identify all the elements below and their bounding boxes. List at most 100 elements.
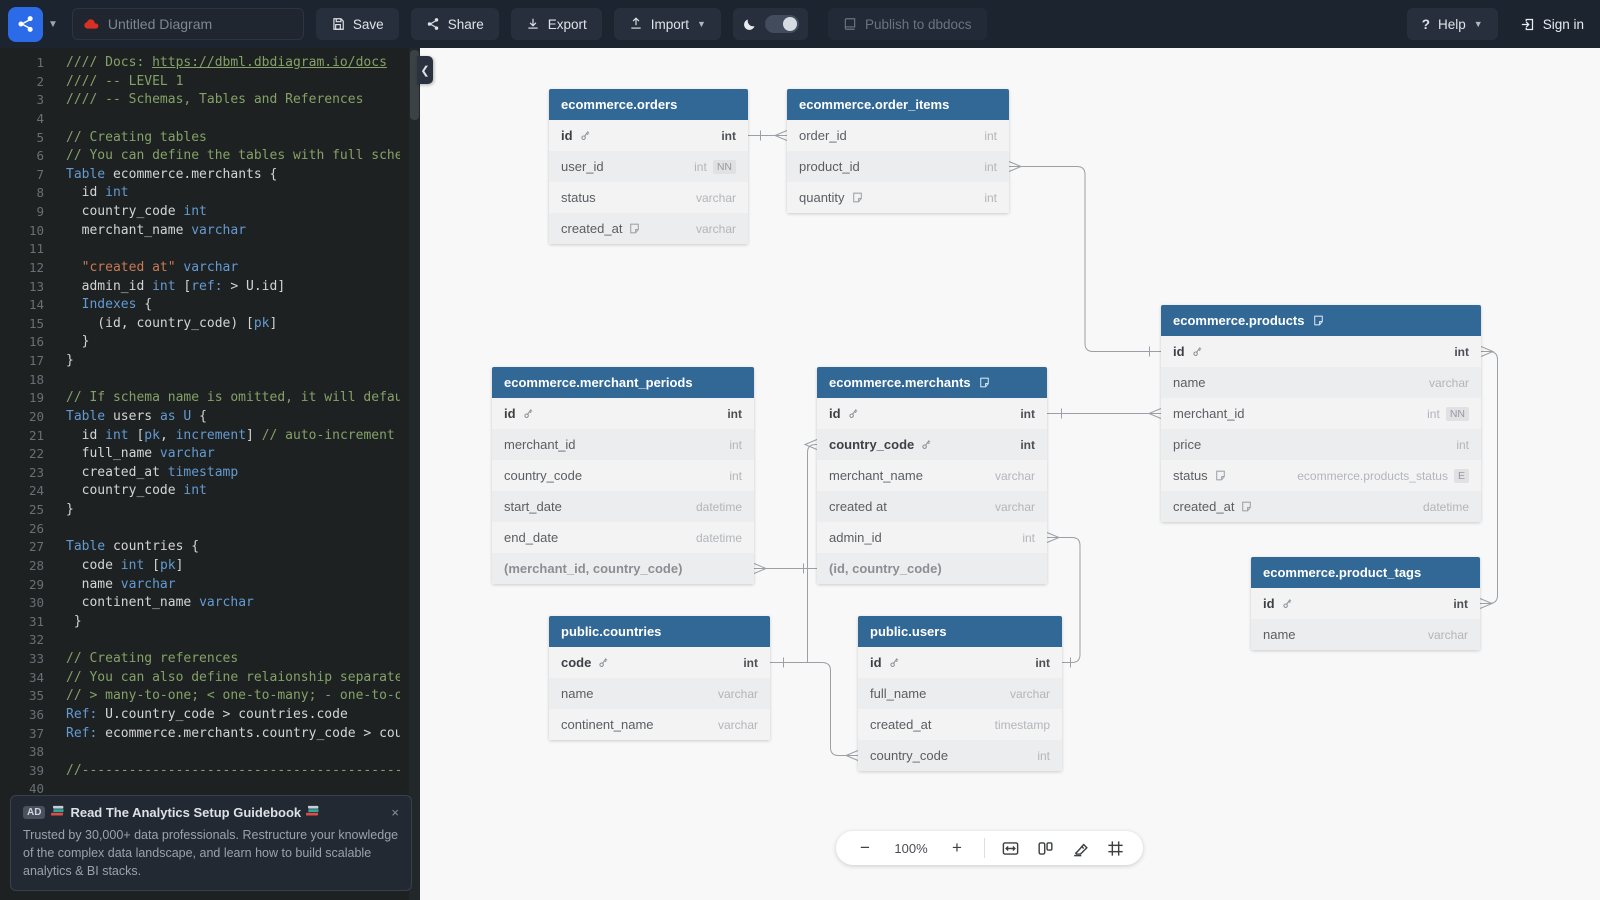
code-line[interactable]: 20Table users as U { (0, 408, 400, 427)
field-row-code[interactable]: codeint (549, 647, 770, 678)
code-line[interactable]: 18 (0, 371, 400, 390)
save-button[interactable]: Save (316, 8, 399, 40)
code-line[interactable]: 23 created_at timestamp (0, 464, 400, 483)
code-line[interactable]: 29 name varchar (0, 576, 400, 595)
field-row-(id, country_code)[interactable]: (id, country_code) (817, 553, 1047, 584)
field-row-name[interactable]: namevarchar (549, 678, 770, 709)
field-row-(merchant_id, country_code)[interactable]: (merchant_id, country_code) (492, 553, 754, 584)
zoom-out-button[interactable]: − (854, 837, 876, 859)
field-row-id[interactable]: idint (858, 647, 1062, 678)
export-button[interactable]: Export (511, 8, 602, 40)
ad-title[interactable]: Read The Analytics Setup Guidebook (51, 805, 320, 820)
field-row-name[interactable]: namevarchar (1161, 367, 1481, 398)
field-row-user_id[interactable]: user_idintNN (549, 151, 748, 182)
code-line[interactable]: 8 id int (0, 184, 400, 203)
field-row-quantity[interactable]: quantityint (787, 182, 1009, 213)
code-line[interactable]: 17} (0, 352, 400, 371)
zoom-in-button[interactable]: + (946, 837, 968, 859)
table-ecommerce.merchants[interactable]: ecommerce.merchantsidintcountry_codeintm… (817, 367, 1047, 584)
field-row-order_id[interactable]: order_idint (787, 120, 1009, 151)
code-line[interactable]: 9 country_code int (0, 203, 400, 222)
share-button[interactable]: Share (411, 8, 499, 40)
code-line[interactable]: 4 (0, 110, 400, 129)
code-line[interactable]: 35// > many-to-one; < one-to-many; - one… (0, 687, 400, 706)
field-row-product_id[interactable]: product_idint (787, 151, 1009, 182)
editor-scrollbar[interactable] (409, 48, 420, 900)
code-line[interactable]: 26 (0, 520, 400, 539)
table-ecommerce.merchant_periods[interactable]: ecommerce.merchant_periodsidintmerchant_… (492, 367, 754, 584)
field-row-id[interactable]: idint (549, 120, 748, 151)
diagram-title-input[interactable]: Untitled Diagram (72, 8, 304, 40)
code-line[interactable]: 6// You can define the tables with full … (0, 147, 400, 166)
code-line[interactable]: 24 country_code int (0, 482, 400, 501)
field-row-id[interactable]: idint (1161, 336, 1481, 367)
code-line[interactable]: 12 "created at" varchar (0, 259, 400, 278)
code-line[interactable]: 7Table ecommerce.merchants { (0, 166, 400, 185)
dark-mode-toggle[interactable] (733, 8, 808, 40)
code-line[interactable]: 15 (id, country_code) [pk] (0, 315, 400, 334)
code-line[interactable]: 38 (0, 743, 400, 762)
table-header[interactable]: ecommerce.product_tags (1251, 557, 1480, 588)
table-ecommerce.orders[interactable]: ecommerce.ordersidintuser_idintNNstatusv… (549, 89, 748, 244)
field-row-status[interactable]: statusvarchar (549, 182, 748, 213)
field-row-created_at[interactable]: created_atvarchar (549, 213, 748, 244)
field-row-country_code[interactable]: country_codeint (817, 429, 1047, 460)
field-row-id[interactable]: idint (492, 398, 754, 429)
field-row-merchant_id[interactable]: merchant_idint (492, 429, 754, 460)
field-row-start_date[interactable]: start_datedatetime (492, 491, 754, 522)
field-row-full_name[interactable]: full_namevarchar (858, 678, 1062, 709)
signin-button[interactable]: Sign in (1520, 17, 1584, 32)
code-line[interactable]: 34// You can also define relaionship sep… (0, 669, 400, 688)
field-row-continent_name[interactable]: continent_namevarchar (549, 709, 770, 740)
app-logo-menu[interactable]: ▼ (8, 7, 58, 42)
table-header[interactable]: public.users (858, 616, 1062, 647)
import-button[interactable]: Import ▼ (614, 8, 721, 40)
highlighter-button[interactable] (1071, 839, 1090, 858)
auto-arrange-button[interactable] (1036, 839, 1055, 858)
code-line[interactable]: 33// Creating references (0, 650, 400, 669)
field-row-admin_id[interactable]: admin_idint (817, 522, 1047, 553)
code-line[interactable]: 14 Indexes { (0, 296, 400, 315)
field-row-end_date[interactable]: end_datedatetime (492, 522, 754, 553)
field-row-country_code[interactable]: country_codeint (858, 740, 1062, 771)
code-line[interactable]: 13 admin_id int [ref: > U.id] (0, 278, 400, 297)
code-line[interactable]: 1//// Docs: https://dbml.dbdiagram.io/do… (0, 54, 400, 73)
table-header[interactable]: ecommerce.merchant_periods (492, 367, 754, 398)
help-button[interactable]: ? Help ▼ (1407, 8, 1498, 40)
code-line[interactable]: 2//// -- LEVEL 1 (0, 73, 400, 92)
field-row-country_code[interactable]: country_codeint (492, 460, 754, 491)
publish-dbdocs-button[interactable]: Publish to dbdocs (828, 8, 987, 40)
code-line[interactable]: 19// If schema name is omitted, it will … (0, 389, 400, 408)
table-ecommerce.order_items[interactable]: ecommerce.order_itemsorder_idintproduct_… (787, 89, 1009, 213)
code-lines[interactable]: 1//// Docs: https://dbml.dbdiagram.io/do… (0, 54, 400, 799)
code-line[interactable]: 3//// -- Schemas, Tables and References (0, 91, 400, 110)
code-line[interactable]: 5// Creating tables (0, 129, 400, 148)
field-row-created_at[interactable]: created_atdatetime (1161, 491, 1481, 522)
table-ecommerce.product_tags[interactable]: ecommerce.product_tagsidintnamevarchar (1251, 557, 1480, 650)
field-row-merchant_id[interactable]: merchant_idintNN (1161, 398, 1481, 429)
frame-button[interactable] (1106, 839, 1125, 858)
table-header[interactable]: ecommerce.products (1161, 305, 1481, 336)
code-line[interactable]: 28 code int [pk] (0, 557, 400, 576)
code-line[interactable]: 22 full_name varchar (0, 445, 400, 464)
field-row-created_at[interactable]: created_attimestamp (858, 709, 1062, 740)
code-line[interactable]: 10 merchant_name varchar (0, 222, 400, 241)
code-line[interactable]: 21 id int [pk, increment] // auto-increm… (0, 427, 400, 446)
dbml-code-editor[interactable]: 1//// Docs: https://dbml.dbdiagram.io/do… (0, 48, 420, 900)
table-ecommerce.products[interactable]: ecommerce.productsidintnamevarcharmercha… (1161, 305, 1481, 522)
field-row-created at[interactable]: created atvarchar (817, 491, 1047, 522)
table-public.users[interactable]: public.usersidintfull_namevarcharcreated… (858, 616, 1062, 771)
code-line[interactable]: 25} (0, 501, 400, 520)
code-line[interactable]: 39//------------------------------------… (0, 762, 400, 781)
field-row-price[interactable]: priceint (1161, 429, 1481, 460)
fit-to-screen-button[interactable] (1001, 839, 1020, 858)
code-line[interactable]: 16 } (0, 333, 400, 352)
field-row-status[interactable]: statusecommerce.products_statusE (1161, 460, 1481, 491)
diagram-canvas[interactable]: ecommerce.ordersidintuser_idintNNstatusv… (420, 48, 1600, 900)
code-line[interactable]: 11 (0, 240, 400, 259)
field-row-id[interactable]: idint (817, 398, 1047, 429)
table-header[interactable]: ecommerce.merchants (817, 367, 1047, 398)
code-line[interactable]: 31 } (0, 613, 400, 632)
table-header[interactable]: ecommerce.order_items (787, 89, 1009, 120)
table-header[interactable]: ecommerce.orders (549, 89, 748, 120)
